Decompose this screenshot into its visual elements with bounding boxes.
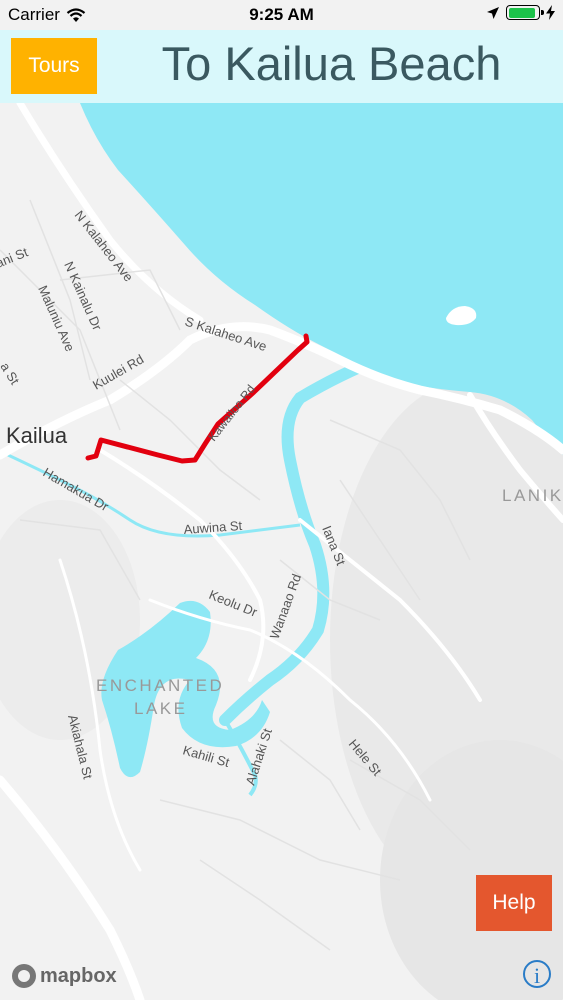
help-button[interactable]: Help [476,875,552,931]
page-title: To Kailua Beach [161,37,502,90]
mapbox-logo[interactable]: mapbox [12,964,117,988]
battery-icon [506,5,544,20]
map-label-enchanted: ENCHANTED [96,676,224,695]
status-time: 9:25 AM [249,5,314,24]
location-arrow-icon [487,6,499,19]
charging-bolt-icon [546,5,555,20]
map-canvas[interactable]: Kailua N Kalaheo Ave N Kainalu Dr Maluni… [0,103,563,1000]
map-label-lake: LAKE [134,699,187,718]
status-bar: Carrier 9:25 AM [0,0,563,30]
header-bar: Tours To Kailua Beach [0,30,563,103]
mapbox-logo-icon [12,964,36,988]
map-view[interactable]: Kailua N Kalaheo Ave N Kainalu Dr Maluni… [0,103,563,1000]
mapbox-logo-text: mapbox [40,964,117,987]
map-label-lanik: LANIK [502,486,563,505]
info-button[interactable]: i [523,960,551,988]
tours-button[interactable]: Tours [11,38,97,94]
map-label-kailua: Kailua [6,423,68,448]
